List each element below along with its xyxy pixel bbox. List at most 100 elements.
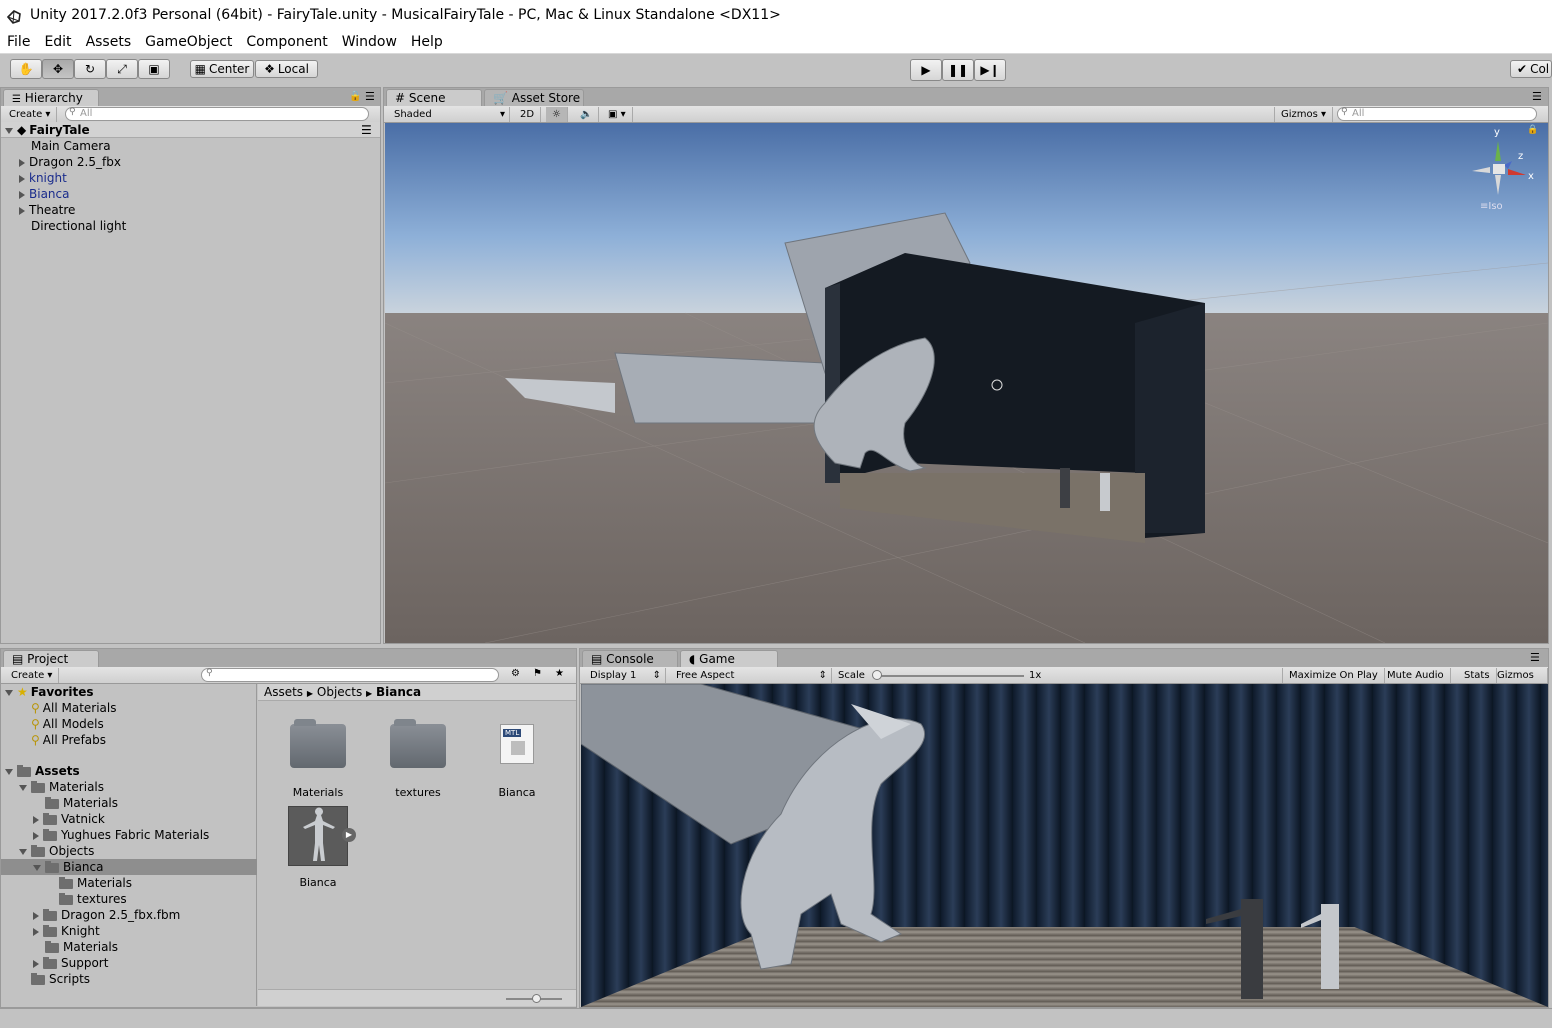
asset-mtl-bianca[interactable]: MTL Bianca (477, 724, 557, 799)
project-search-input[interactable] (201, 668, 499, 682)
expand-arrow-icon[interactable] (33, 864, 41, 871)
menu-assets[interactable]: Assets (79, 34, 139, 50)
icon-size-slider[interactable] (506, 994, 562, 1003)
filter-by-label-icon[interactable]: ⚑ (533, 668, 542, 679)
collab-button[interactable]: ✔ Col (1510, 60, 1552, 78)
hierarchy-create-dropdown[interactable]: Create ▾ (3, 107, 58, 122)
tree-folder-support[interactable]: Support (1, 955, 108, 971)
audio-toggle-button[interactable]: 🔈 (574, 107, 600, 122)
scale-slider-thumb[interactable] (872, 670, 882, 680)
assets-root[interactable]: Assets (1, 763, 80, 779)
filter-by-type-icon[interactable]: ⚙ (511, 668, 520, 679)
tab-game[interactable]: ◖ Game (680, 650, 778, 667)
favorite-all-prefabs[interactable]: ⚲ All Prefabs (1, 732, 106, 748)
step-button[interactable]: ▶❙ (974, 59, 1006, 81)
expand-arrow-icon[interactable] (5, 768, 13, 775)
tree-folder-objects-materials[interactable]: Materials (1, 939, 118, 955)
favorite-all-materials[interactable]: ⚲ All Materials (1, 700, 117, 716)
tab-hierarchy[interactable]: ☰ Hierarchy (3, 89, 99, 106)
lock-icon[interactable]: 🔒 (349, 91, 361, 102)
tree-folder-dragon-fbm[interactable]: Dragon 2.5_fbx.fbm (1, 907, 180, 923)
expand-arrow-icon[interactable] (33, 927, 39, 936)
panel-menu-icon[interactable]: ☰ (365, 90, 375, 103)
shading-mode-dropdown[interactable]: Shaded ▾ (388, 107, 510, 122)
hierarchy-item-bianca[interactable]: Bianca (1, 186, 69, 202)
asset-folder-materials[interactable]: Materials (278, 719, 358, 799)
expand-arrow-icon[interactable] (19, 206, 25, 215)
scene-viewport[interactable]: y z x ≡Iso 🔒 (385, 123, 1548, 643)
menu-edit[interactable]: Edit (37, 34, 78, 50)
expand-subassets-icon[interactable]: ▶ (342, 828, 356, 842)
rect-tool-button[interactable]: ▣ (138, 59, 170, 79)
expand-arrow-icon[interactable] (5, 127, 13, 134)
favorites-header[interactable]: ★ Favorites (1, 684, 93, 700)
maximize-on-play-toggle[interactable]: Maximize On Play (1282, 668, 1385, 683)
scale-control[interactable]: Scale 1x (838, 668, 1041, 683)
breadcrumb-bianca[interactable]: Bianca (376, 685, 421, 699)
expand-arrow-icon[interactable] (33, 815, 39, 824)
favorite-star-icon[interactable]: ★ (555, 668, 564, 679)
favorite-all-models[interactable]: ⚲ All Models (1, 716, 104, 732)
menu-help[interactable]: Help (404, 34, 450, 50)
display-dropdown[interactable]: Display 1 ⇕ (584, 668, 666, 683)
scale-tool-button[interactable]: ⤢ (106, 59, 138, 79)
tree-folder-materials-sub[interactable]: Materials (1, 795, 118, 811)
expand-arrow-icon[interactable] (5, 689, 13, 696)
tree-folder-materials[interactable]: Materials (1, 779, 104, 795)
hand-tool-button[interactable]: ✋ (10, 59, 42, 79)
tree-folder-bianca-materials[interactable]: Materials (1, 875, 132, 891)
hierarchy-item-knight[interactable]: knight (1, 170, 67, 186)
move-tool-button[interactable]: ✥ (42, 59, 74, 79)
slider-thumb[interactable] (532, 994, 541, 1003)
tree-folder-objects[interactable]: Objects (1, 843, 94, 859)
expand-arrow-icon[interactable] (19, 174, 25, 183)
hierarchy-item-dragon[interactable]: Dragon 2.5_fbx (1, 154, 121, 170)
scene-search-input[interactable]: All (1337, 107, 1537, 121)
expand-arrow-icon[interactable] (19, 190, 25, 199)
menu-file[interactable]: File (0, 34, 37, 50)
tree-folder-bianca-textures[interactable]: textures (1, 891, 127, 907)
tab-project[interactable]: ▤ Project (3, 650, 99, 667)
expand-arrow-icon[interactable] (33, 911, 39, 920)
tab-asset-store[interactable]: 🛒 Asset Store (484, 89, 584, 106)
game-viewport[interactable] (581, 684, 1548, 1007)
asset-folder-textures[interactable]: textures (378, 719, 458, 799)
scene-root-row[interactable]: ◆ FairyTale ☰ (1, 122, 380, 138)
expand-arrow-icon[interactable] (19, 848, 27, 855)
scene-orientation-gizmo[interactable]: y z x ≡Iso (1468, 127, 1538, 212)
breadcrumb-objects[interactable]: Objects (317, 685, 362, 699)
panel-menu-icon[interactable]: ☰ (1530, 651, 1540, 664)
lock-icon[interactable]: 🔒 (1527, 125, 1538, 135)
play-button[interactable]: ▶ (910, 59, 942, 81)
projection-label[interactable]: ≡Iso (1480, 201, 1503, 212)
menu-component[interactable]: Component (239, 34, 334, 50)
menu-gameobject[interactable]: GameObject (138, 34, 239, 50)
tab-scene[interactable]: # Scene (386, 89, 482, 106)
pause-button[interactable]: ❚❚ (942, 59, 974, 81)
hierarchy-search-input[interactable]: All (65, 107, 369, 121)
pivot-center-button[interactable]: ▦ Center (190, 60, 254, 78)
tree-folder-scripts[interactable]: Scripts (1, 971, 90, 987)
expand-arrow-icon[interactable] (33, 831, 39, 840)
2d-toggle-button[interactable]: 2D (514, 107, 542, 122)
gizmos-dropdown[interactable]: Gizmos ▾ (1274, 107, 1334, 122)
tree-folder-bianca[interactable]: Bianca (1, 859, 257, 875)
menu-window[interactable]: Window (335, 34, 404, 50)
hierarchy-item-directional-light[interactable]: Directional light (1, 218, 126, 234)
scene-options-icon[interactable]: ☰ (361, 122, 372, 138)
rotate-tool-button[interactable]: ↻ (74, 59, 106, 79)
expand-arrow-icon[interactable] (33, 959, 39, 968)
hierarchy-item-main-camera[interactable]: Main Camera (1, 138, 111, 154)
aspect-dropdown[interactable]: Free Aspect ⇕ (670, 668, 832, 683)
game-gizmos-dropdown[interactable]: Gizmos ▾ (1491, 668, 1548, 696)
tree-folder-yughues[interactable]: Yughues Fabric Materials (1, 827, 209, 843)
breadcrumb-assets[interactable]: Assets (264, 685, 303, 699)
tree-folder-knight[interactable]: Knight (1, 923, 100, 939)
tab-console[interactable]: ▤ Console (582, 650, 678, 667)
scale-slider-track[interactable] (876, 675, 1024, 677)
hierarchy-item-theatre[interactable]: Theatre (1, 202, 75, 218)
panel-menu-icon[interactable]: ☰ (1532, 90, 1542, 103)
expand-arrow-icon[interactable] (19, 784, 27, 791)
mute-audio-toggle[interactable]: Mute Audio (1381, 668, 1451, 683)
project-create-dropdown[interactable]: Create ▾ (5, 668, 60, 683)
